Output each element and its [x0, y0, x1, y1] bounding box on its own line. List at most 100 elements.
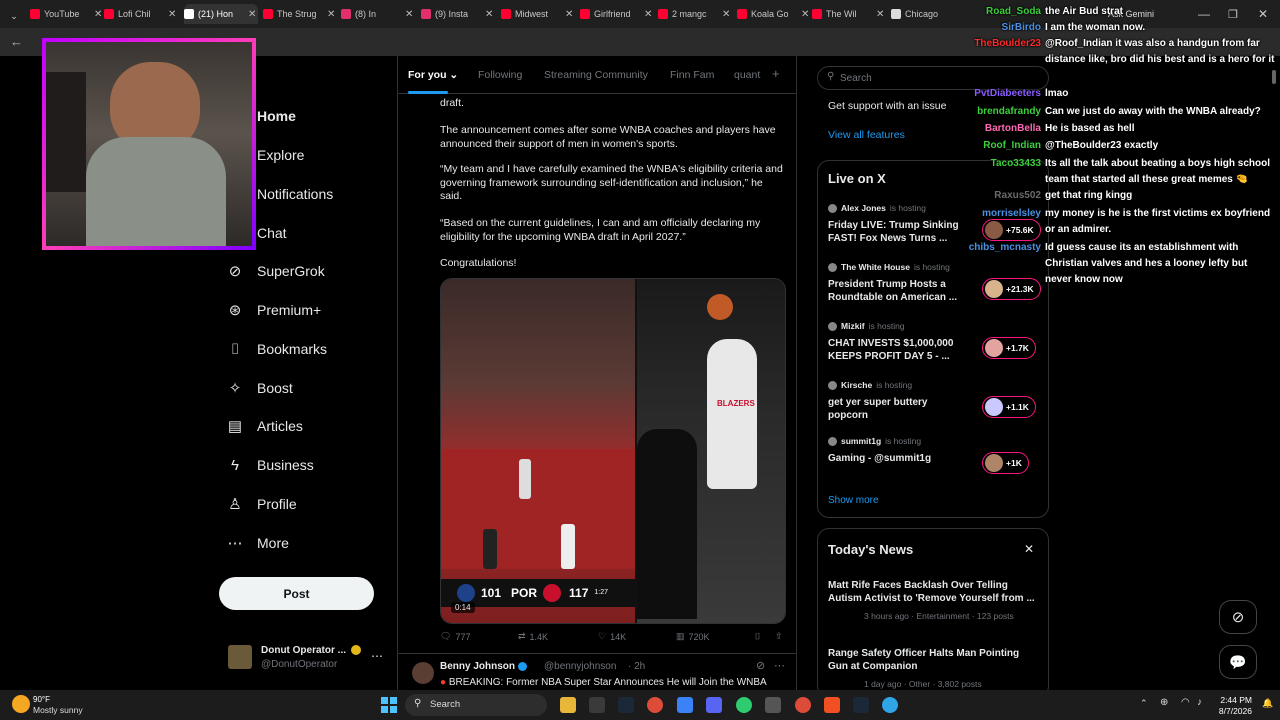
tab-list-button[interactable]: ⌄	[6, 6, 22, 26]
browser-tab[interactable]: The Wil ✕	[812, 4, 886, 24]
scrollbar-thumb[interactable]	[1272, 70, 1276, 84]
show-more-link[interactable]: Show more	[828, 495, 879, 506]
close-tab-icon[interactable]: ✕	[248, 9, 256, 20]
tab-for-you[interactable]: For you ⌄	[408, 69, 458, 81]
browser-tab[interactable]: Midwest ✕	[501, 4, 575, 24]
live-host[interactable]: summit1g is hosting	[828, 436, 921, 446]
tab-following[interactable]: Following	[478, 69, 522, 81]
support-link[interactable]: Get support with an issue	[828, 100, 946, 112]
close-tab-icon[interactable]: ✕	[565, 9, 573, 20]
discord-icon[interactable]	[706, 697, 722, 713]
next-post[interactable]: Benny Johnson @bennyjohnson · 2h ⊘ ⋯ ● B…	[398, 656, 796, 690]
steam-icon[interactable]	[618, 697, 634, 713]
notification-icon[interactable]: 🔔	[1262, 698, 1273, 709]
account-switcher[interactable]: Donut Operator ... @DonutOperator ⋯	[226, 643, 391, 675]
live-host[interactable]: Mizkif is hosting	[828, 321, 905, 331]
news-item[interactable]: Range Safety Officer Halts Man Pointing …	[828, 647, 1040, 689]
post-video[interactable]: BLAZERS 101 POR 117 1:27 0:14	[440, 278, 786, 624]
nav-explore[interactable]: Explore	[257, 140, 304, 170]
close-tab-icon[interactable]: ✕	[94, 9, 102, 20]
chrome-icon[interactable]	[795, 697, 811, 713]
tab-quant[interactable]: quant	[734, 69, 760, 81]
live-listener-count[interactable]: +1.7K	[982, 337, 1036, 359]
live-title[interactable]: get yer super buttery popcorn	[828, 396, 968, 422]
file-explorer-icon[interactable]	[560, 697, 576, 713]
nav-premium[interactable]: ⊛ Premium+	[226, 295, 321, 325]
share-icon[interactable]: ⇧	[775, 631, 783, 642]
tray-icon[interactable]: ⊕	[1160, 697, 1168, 708]
browser-tab[interactable]: Koala Go ✕	[737, 4, 811, 24]
close-tab-icon[interactable]: ✕	[327, 9, 335, 20]
nav-chat[interactable]: Chat	[257, 218, 287, 248]
view-all-features-link[interactable]: View all features	[828, 129, 905, 141]
nav-bookmarks[interactable]: ⌷ Bookmarks	[226, 334, 327, 364]
browser-tab[interactable]: The Strug ✕	[263, 4, 337, 24]
close-tab-icon[interactable]: ✕	[168, 9, 176, 20]
live-listener-count[interactable]: +21.3K	[982, 278, 1041, 300]
app-icon[interactable]	[765, 697, 781, 713]
app-icon[interactable]	[824, 697, 840, 713]
messages-float-button[interactable]: 💬	[1219, 645, 1257, 679]
app-icon[interactable]	[736, 697, 752, 713]
grok-float-button[interactable]: ⊘	[1219, 600, 1257, 634]
windows-start-icon[interactable]	[381, 697, 397, 713]
live-host[interactable]: Alex Jones is hosting	[828, 203, 926, 213]
nav-notifications[interactable]: Notifications	[257, 179, 333, 209]
wifi-icon[interactable]: ◠	[1181, 697, 1190, 708]
live-listener-count[interactable]: +75.6K	[982, 219, 1041, 241]
nvidia-icon[interactable]	[589, 697, 605, 713]
steam-icon[interactable]	[853, 697, 869, 713]
app-icon[interactable]	[882, 697, 898, 713]
clock-date[interactable]: 8/7/2026	[1214, 706, 1252, 716]
browser-tab[interactable]: 2 mangc ✕	[658, 4, 732, 24]
app-icon[interactable]	[677, 697, 693, 713]
views-button[interactable]: ▥ 720K	[676, 631, 710, 642]
browser-tab[interactable]: Lofi Chil ✕	[104, 4, 178, 24]
live-host[interactable]: The White House is hosting	[828, 262, 950, 272]
repost-button[interactable]: ⇄ 1.4K	[518, 631, 548, 642]
tab-streaming-community[interactable]: Streaming Community	[544, 69, 648, 81]
account-more-icon[interactable]: ⋯	[371, 649, 383, 663]
close-tab-icon[interactable]: ✕	[644, 9, 652, 20]
browser-tab[interactable]: (8) In ✕	[341, 4, 415, 24]
news-item[interactable]: Matt Rife Faces Backlash Over Telling Au…	[828, 579, 1040, 621]
back-icon[interactable]: ←	[10, 34, 23, 49]
chrome-icon[interactable]	[647, 697, 663, 713]
like-button[interactable]: ♡ 14K	[598, 631, 626, 642]
chat-username: SirBirdo	[1001, 22, 1041, 33]
nav-supergrok[interactable]: ⊘ SuperGrok	[226, 256, 325, 286]
nav-more[interactable]: ⋯ More	[226, 528, 289, 558]
close-tab-icon[interactable]: ✕	[876, 9, 884, 20]
live-host[interactable]: Kirsche is hosting	[828, 380, 912, 390]
tray-chevron-icon[interactable]: ⌃	[1140, 698, 1148, 709]
taskbar-search[interactable]: ⚲ Search	[405, 694, 547, 716]
grok-icon[interactable]: ⊘	[756, 659, 765, 672]
browser-tab[interactable]: Girlfriend ✕	[580, 4, 654, 24]
nav-articles[interactable]: ▤ Articles	[226, 411, 303, 441]
close-icon[interactable]: ✕	[1024, 542, 1034, 556]
more-icon[interactable]: ⋯	[774, 659, 785, 672]
nav-boost[interactable]: ✧ Boost	[226, 373, 293, 403]
live-title[interactable]: Gaming - @summit1g	[828, 452, 968, 465]
live-title[interactable]: CHAT INVESTS $1,000,000 KEEPS PROFIT DAY…	[828, 337, 968, 363]
browser-tab[interactable]: YouTube ✕	[30, 4, 104, 24]
close-tab-icon[interactable]: ✕	[485, 9, 493, 20]
nav-business[interactable]: ϟ Business	[226, 450, 314, 480]
nav-home[interactable]: Home	[257, 101, 296, 131]
live-listener-count[interactable]: +1K	[982, 452, 1029, 474]
browser-tab[interactable]: (21) Hon ✕	[184, 4, 258, 24]
live-listener-count[interactable]: +1.1K	[982, 396, 1036, 418]
add-tab-icon[interactable]: +	[772, 66, 780, 81]
close-tab-icon[interactable]: ✕	[722, 9, 730, 20]
reply-button[interactable]: 🗨 777	[440, 631, 470, 642]
close-tab-icon[interactable]: ✕	[801, 9, 809, 20]
bookmark-icon[interactable]: ⌷	[755, 631, 760, 642]
volume-icon[interactable]: ♪	[1197, 697, 1202, 708]
tab-finn-fam[interactable]: Finn Fam	[670, 69, 714, 81]
close-tab-icon[interactable]: ✕	[405, 9, 413, 20]
nav-profile[interactable]: ♙ Profile	[226, 489, 296, 519]
browser-tab[interactable]: (9) Insta ✕	[421, 4, 495, 24]
live-title[interactable]: President Trump Hosts a Roundtable on Am…	[828, 278, 968, 304]
clock-time[interactable]: 2:44 PM	[1220, 695, 1252, 705]
post-button[interactable]: Post	[219, 577, 374, 610]
